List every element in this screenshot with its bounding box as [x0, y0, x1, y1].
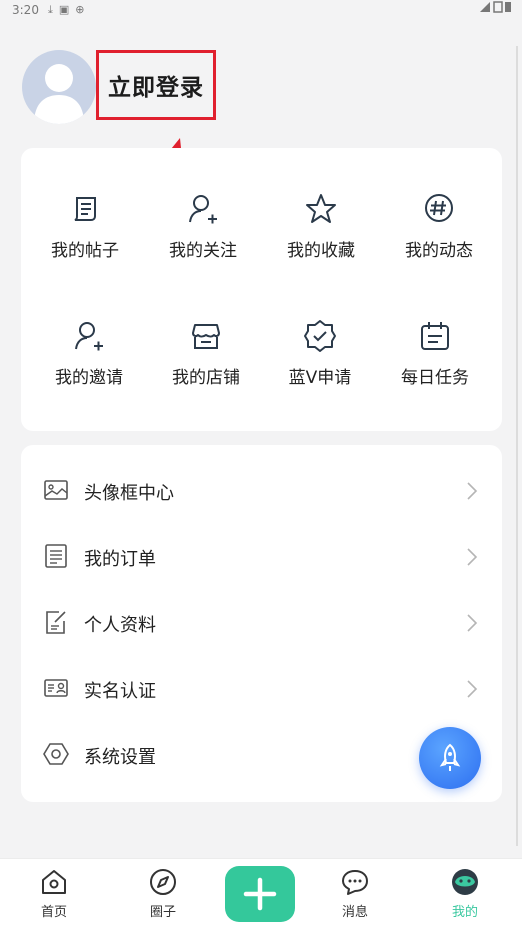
default-avatar-icon: [34, 64, 84, 124]
chevron-right-icon: [467, 482, 478, 500]
menu-item-label: 个人资料: [84, 615, 156, 636]
tab-circle[interactable]: 圈子: [128, 867, 198, 920]
menu-item-label: 系统设置: [84, 747, 156, 768]
hashtag-icon: [425, 194, 453, 222]
id-card-icon: [44, 679, 68, 697]
tab-label: 我的: [451, 905, 478, 920]
menu-item-label: 实名认证: [84, 681, 156, 702]
profile-header: 立即登录: [0, 45, 522, 140]
chevron-right-icon: [467, 680, 478, 698]
grid-item-label: 我的帖子: [51, 241, 119, 261]
home-icon: [42, 870, 66, 894]
menu-item-label: 头像框中心: [84, 483, 174, 504]
star-icon: [306, 194, 336, 223]
grid-item-label: 我的店铺: [172, 368, 240, 388]
tab-label: 圈子: [149, 905, 176, 920]
grid-item-label: 我的动态: [405, 241, 473, 261]
order-list-icon: [45, 544, 67, 568]
menu-item-real-name-verification[interactable]: 实名认证: [21, 657, 502, 723]
tab-home[interactable]: 首页: [19, 867, 89, 920]
chevron-right-icon: [467, 614, 478, 632]
message-icon: [342, 870, 368, 895]
shop-icon: [192, 324, 220, 349]
grid-item-my-posts[interactable]: 我的帖子: [25, 192, 145, 292]
calendar-task-icon: [421, 322, 449, 350]
login-button[interactable]: 立即登录: [96, 50, 216, 120]
menu-item-avatar-frame-center[interactable]: 头像框中心: [21, 459, 502, 525]
tab-messages[interactable]: 消息: [320, 867, 390, 920]
grid-item-label: 蓝V申请: [288, 368, 352, 388]
follow-user-icon: [189, 195, 217, 224]
image-frame-icon: [44, 480, 68, 500]
grid-item-daily-tasks[interactable]: 每日任务: [375, 319, 495, 419]
grid-item-label: 每日任务: [401, 368, 469, 388]
grid-item-label: 我的收藏: [287, 241, 355, 261]
grid-item-my-shop[interactable]: 我的店铺: [146, 319, 266, 419]
scrollbar[interactable]: [516, 46, 518, 846]
invite-user-icon: [75, 322, 103, 351]
menu-item-my-orders[interactable]: 我的订单: [21, 525, 502, 591]
avatar[interactable]: [22, 50, 96, 124]
rocket-fab-button[interactable]: [419, 727, 481, 789]
post-icon: [74, 197, 96, 221]
login-label: 立即登录: [108, 75, 204, 101]
settings-icon: [43, 743, 69, 765]
grid-item-label: 我的邀请: [55, 368, 123, 388]
create-post-button[interactable]: [225, 866, 295, 922]
grid-item-my-favorites[interactable]: 我的收藏: [261, 192, 381, 292]
status-bar: 3:20 ⤓▣⊕: [0, 0, 522, 22]
tab-mine[interactable]: 我的: [430, 867, 500, 920]
quick-actions-card: 我的帖子 我的关注 我的收藏 我的动态 我的邀请 我的店铺 蓝V申请 每日任务: [21, 148, 502, 431]
tab-label: 首页: [40, 905, 67, 920]
compass-icon: [150, 869, 176, 895]
menu-item-personal-info[interactable]: 个人资料: [21, 591, 502, 657]
grid-item-my-follows[interactable]: 我的关注: [143, 192, 263, 292]
chevron-right-icon: [467, 548, 478, 566]
grid-item-label: 我的关注: [169, 241, 237, 261]
profile-face-icon: [452, 869, 478, 895]
rocket-icon: [439, 743, 461, 771]
menu-item-label: 我的订单: [84, 549, 156, 570]
status-notification-icons: ⤓▣⊕: [48, 3, 91, 16]
grid-item-my-activity[interactable]: 我的动态: [379, 192, 499, 292]
grid-item-my-invites[interactable]: 我的邀请: [29, 319, 149, 419]
signal-battery-icon: [480, 1, 511, 13]
verified-badge-icon: [304, 320, 336, 352]
status-time: 3:20: [12, 3, 39, 17]
grid-item-blue-v-apply[interactable]: 蓝V申请: [260, 319, 380, 419]
tab-label: 消息: [341, 905, 368, 920]
plus-icon: [243, 877, 277, 911]
edit-profile-icon: [46, 611, 66, 634]
